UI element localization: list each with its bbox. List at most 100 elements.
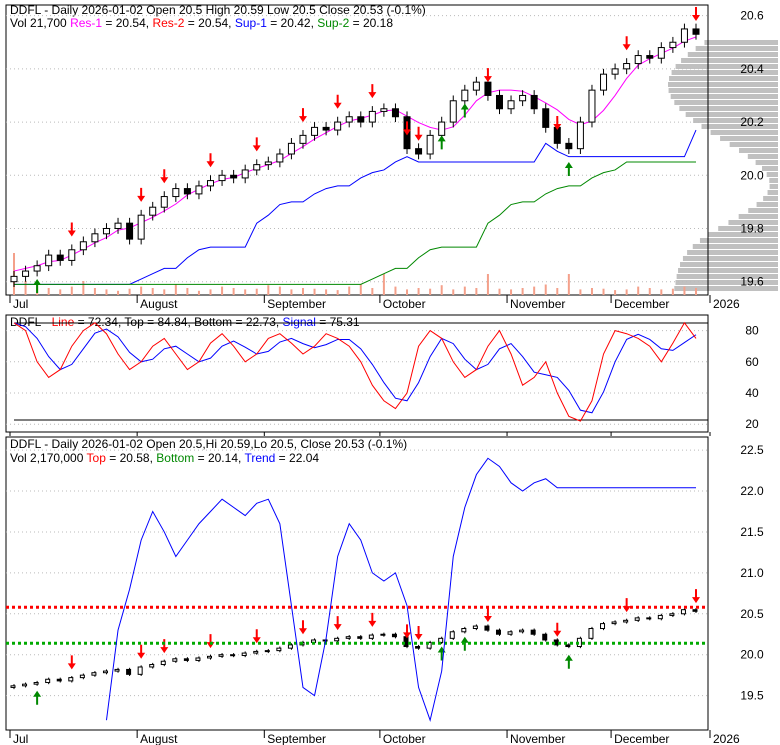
y-tick-label: 40	[745, 386, 759, 400]
volume-bar	[47, 288, 50, 295]
trend-line	[105, 457, 696, 722]
buy-arrow-icon	[460, 103, 469, 118]
candle	[195, 185, 203, 195]
candle	[391, 108, 399, 118]
candle	[449, 100, 457, 123]
candle	[449, 631, 455, 639]
volume-profile-bar	[748, 208, 778, 213]
stoch-signal-line	[13, 322, 697, 414]
candle	[426, 134, 434, 155]
volume-profile-bar	[685, 112, 778, 117]
volume-bar	[325, 289, 328, 295]
candle	[183, 658, 189, 661]
y-tick-label: 20.6	[740, 9, 764, 23]
header3-title: DDFL - Daily 2026-01-02 Open 20.5,Hi 20.…	[10, 437, 407, 451]
volume-profile-bar	[678, 268, 778, 273]
volume-bar	[232, 288, 235, 295]
candle	[207, 655, 213, 659]
candle	[137, 214, 145, 240]
x-tick-label: November	[510, 732, 565, 745]
x-tick-label: December	[614, 297, 669, 311]
volume-profile-bar	[687, 52, 778, 57]
y-tick-label: 19.5	[740, 689, 764, 703]
candle	[102, 670, 108, 674]
candle	[126, 222, 134, 240]
x-tick-label: November	[510, 297, 565, 311]
candle	[542, 633, 548, 641]
volume-bar	[440, 285, 443, 295]
candle	[160, 196, 168, 208]
candle	[172, 658, 178, 662]
candle	[334, 121, 342, 131]
volume-bar	[486, 274, 489, 295]
volume-bar	[359, 284, 362, 295]
candle	[565, 644, 571, 648]
candle	[600, 73, 608, 91]
y-tick-label: 20.0	[740, 648, 764, 662]
x-tick-label: August	[140, 732, 178, 745]
sell-arrow-icon	[206, 634, 215, 649]
buy-arrow-icon	[33, 690, 42, 705]
volume-bar	[614, 290, 617, 295]
sell-arrow-icon	[137, 187, 146, 202]
volume-bar	[394, 286, 397, 295]
candle	[576, 121, 584, 150]
candle	[669, 613, 675, 616]
volume-profile-bar	[769, 184, 778, 189]
candle	[68, 677, 74, 682]
x-tick-label: 2026	[713, 732, 740, 745]
candle	[218, 174, 226, 182]
candle	[287, 644, 293, 649]
volume-profile-bar	[769, 178, 778, 183]
volume-profile-bar	[692, 244, 778, 249]
sell-arrow-icon	[368, 84, 377, 99]
candle	[102, 227, 110, 235]
candle	[56, 254, 64, 261]
volume-bar	[24, 281, 27, 295]
volume-bar	[128, 288, 131, 295]
y-tick-label: 20	[745, 417, 759, 431]
volume-bar	[336, 290, 339, 295]
candle	[276, 153, 284, 163]
x-tick-label: September	[267, 732, 326, 745]
candle	[680, 609, 686, 615]
candle	[611, 621, 617, 625]
sell-arrow-icon	[160, 169, 169, 184]
candle	[172, 188, 180, 198]
volume-bar	[556, 288, 559, 295]
sell-arrow-icon	[67, 655, 76, 670]
candle	[230, 654, 236, 657]
candle	[79, 241, 87, 251]
candle	[287, 142, 295, 155]
candle	[22, 683, 28, 687]
sell-arrow-icon	[206, 153, 215, 168]
x-tick-label: December	[614, 732, 669, 745]
volume-bar	[510, 289, 513, 295]
y-tick-label: 80	[745, 324, 759, 338]
volume-bar	[602, 288, 605, 295]
sell-arrow-icon	[483, 607, 492, 622]
candle	[207, 180, 215, 187]
volume-bar	[348, 286, 351, 295]
sell-arrow-icon	[252, 629, 261, 644]
volume-bar	[463, 286, 466, 295]
candle	[646, 617, 652, 620]
volume-profile-bar	[679, 106, 778, 111]
candle	[114, 222, 122, 229]
sell-arrow-icon	[368, 612, 377, 627]
candle	[380, 108, 388, 112]
candle	[218, 654, 224, 657]
volume-bar	[498, 288, 501, 295]
x-tick-label: 2026	[713, 297, 740, 311]
volume-bar	[417, 288, 420, 295]
x-tick-label: October	[383, 297, 426, 311]
volume-bar	[151, 288, 154, 295]
y-tick-label: 60	[745, 355, 759, 369]
x-tick-label: September	[267, 297, 326, 311]
candle	[495, 629, 501, 635]
x-tick-label: October	[383, 732, 426, 745]
y-tick-label: 22.0	[740, 484, 764, 498]
volume-bar	[695, 288, 697, 295]
buy-arrow-icon	[33, 279, 42, 294]
sell-arrow-icon	[553, 622, 562, 637]
